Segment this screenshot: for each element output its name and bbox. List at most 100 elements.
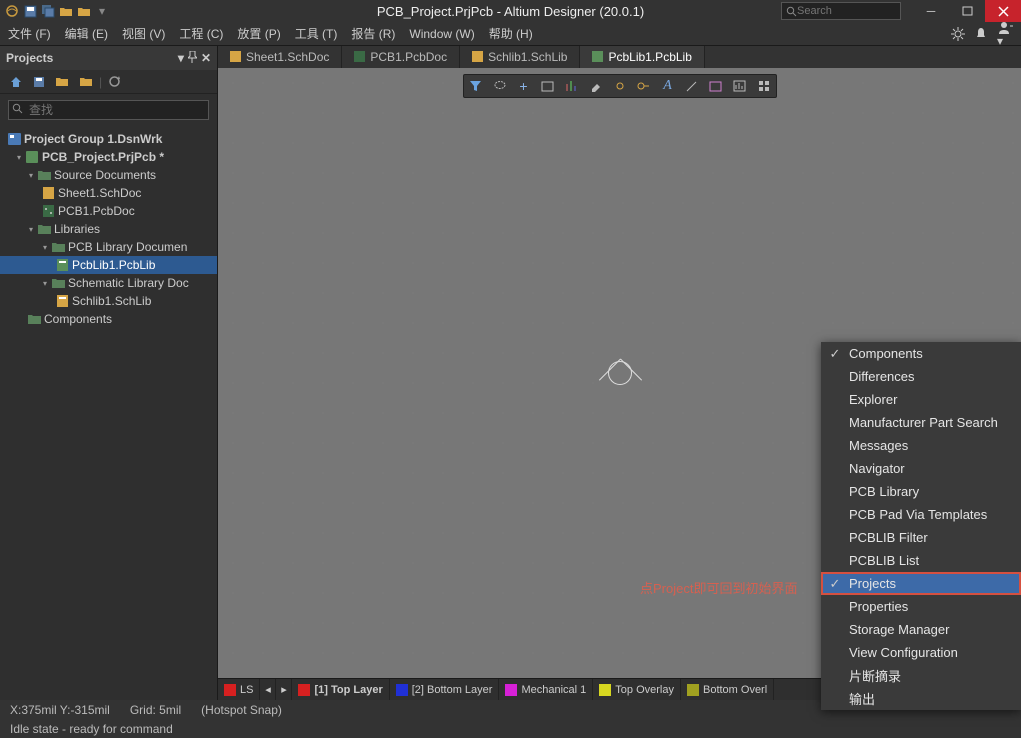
tree-sheet1[interactable]: Sheet1.SchDoc xyxy=(0,184,217,202)
refresh-icon[interactable] xyxy=(108,75,121,88)
cm-pianduan[interactable]: 片断摘录 xyxy=(821,664,1021,687)
folder-panel-icon[interactable] xyxy=(55,76,69,87)
status-idle: Idle state - ready for command xyxy=(10,722,173,736)
pin-icon[interactable] xyxy=(188,51,197,65)
app-logo-icon xyxy=(4,3,20,19)
layer-topoverlay[interactable]: Top Overlay xyxy=(593,679,681,700)
gear-small-icon[interactable] xyxy=(608,75,632,97)
home-icon[interactable] xyxy=(10,76,23,88)
global-search[interactable] xyxy=(781,2,901,20)
caret-down-icon[interactable]: ▾ xyxy=(26,171,36,180)
menu-project[interactable]: 工程 (C) xyxy=(179,25,223,42)
tab-pcb1[interactable]: PCB1.PcbDoc xyxy=(342,46,460,68)
cm-mps[interactable]: Manufacturer Part Search xyxy=(821,411,1021,434)
cm-pcblib[interactable]: PCB Library xyxy=(821,480,1021,503)
cm-differences[interactable]: Differences xyxy=(821,365,1021,388)
cm-explorer[interactable]: Explorer xyxy=(821,388,1021,411)
caret-down-icon[interactable]: ▾ xyxy=(26,225,36,234)
menu-reports[interactable]: 报告 (R) xyxy=(351,25,395,42)
layer-mech1[interactable]: Mechanical 1 xyxy=(499,679,593,700)
tree-source-documents[interactable]: ▾Source Documents xyxy=(0,166,217,184)
caret-down-icon[interactable]: ▾ xyxy=(40,243,50,252)
search-icon xyxy=(12,103,23,114)
tree-pcblib1[interactable]: PcbLib1.PcbLib xyxy=(0,256,217,274)
tree-project[interactable]: ▾PCB_Project.PrjPcb * xyxy=(0,148,217,166)
rect2-icon[interactable] xyxy=(704,75,728,97)
panel-dropdown-icon[interactable]: ▾ xyxy=(178,51,184,65)
cm-components[interactable]: ✓Components xyxy=(821,342,1021,365)
caret-down-icon[interactable]: ▾ xyxy=(40,279,50,288)
tree-libraries[interactable]: ▾Libraries xyxy=(0,220,217,238)
folder2-icon[interactable] xyxy=(76,3,92,19)
minimize-button[interactable]: ─ xyxy=(913,0,949,22)
panel-search-input[interactable] xyxy=(8,100,209,120)
pcb-icon xyxy=(354,51,366,63)
canvas-toolbar: + A xyxy=(463,74,777,98)
eraser-icon[interactable] xyxy=(584,75,608,97)
search-icon xyxy=(786,6,797,17)
layer-prev[interactable]: ◂ xyxy=(260,679,276,700)
chart-icon[interactable] xyxy=(728,75,752,97)
gear-icon[interactable] xyxy=(951,27,965,41)
chevron-down-icon[interactable]: ▾ xyxy=(94,3,110,19)
save-panel-icon[interactable] xyxy=(33,76,45,88)
panel-close-icon[interactable]: ✕ xyxy=(201,51,211,65)
origin-marker xyxy=(608,361,632,385)
tree-pcblib-folder[interactable]: ▾PCB Library Documen xyxy=(0,238,217,256)
key-icon[interactable] xyxy=(632,75,656,97)
cm-pcblibfilter[interactable]: PCBLIB Filter xyxy=(821,526,1021,549)
tree-schlib1[interactable]: Schlib1.SchLib xyxy=(0,292,217,310)
rectangle-icon[interactable] xyxy=(536,75,560,97)
search-input[interactable] xyxy=(797,5,887,17)
cm-shuchu[interactable]: 输出 xyxy=(821,687,1021,710)
layer-bottom[interactable]: [2] Bottom Layer xyxy=(390,679,500,700)
quick-access-toolbar: ▾ xyxy=(0,3,110,19)
folder-icon xyxy=(36,224,52,234)
cm-pcbpad[interactable]: PCB Pad Via Templates xyxy=(821,503,1021,526)
layer-top[interactable]: [1] Top Layer xyxy=(292,679,389,700)
bell-icon[interactable] xyxy=(975,27,987,41)
align-icon[interactable] xyxy=(560,75,584,97)
menu-tools[interactable]: 工具 (T) xyxy=(295,25,338,42)
tree-components[interactable]: Components xyxy=(0,310,217,328)
folder-panel2-icon[interactable] xyxy=(79,76,93,87)
open-folder-icon[interactable] xyxy=(58,3,74,19)
layer-next[interactable]: ▸ xyxy=(276,679,292,700)
cm-properties[interactable]: Properties xyxy=(821,595,1021,618)
caret-down-icon[interactable]: ▾ xyxy=(14,153,24,162)
tree-pcb1[interactable]: PCB1.PcbDoc xyxy=(0,202,217,220)
menu-help[interactable]: 帮助 (H) xyxy=(489,25,533,42)
layer-ls[interactable]: LS xyxy=(218,679,260,700)
menu-window[interactable]: Window (W) xyxy=(409,27,474,41)
tree-schlib-folder[interactable]: ▾Schematic Library Doc xyxy=(0,274,217,292)
schlib-icon xyxy=(472,51,484,63)
filter-icon[interactable] xyxy=(464,75,488,97)
cm-storage[interactable]: Storage Manager xyxy=(821,618,1021,641)
tab-pcblib1[interactable]: PcbLib1.PcbLib xyxy=(580,46,704,68)
layer-bottomoverlay[interactable]: Bottom Overl xyxy=(681,679,774,700)
status-grid: Grid: 5mil xyxy=(130,703,181,717)
cm-navigator[interactable]: Navigator xyxy=(821,457,1021,480)
lasso-icon[interactable] xyxy=(488,75,512,97)
app-title: PCB_Project.PrjPcb - Altium Designer (20… xyxy=(377,4,644,19)
menu-file[interactable]: 文件 (F) xyxy=(8,25,51,42)
user-icon[interactable]: ▾ xyxy=(997,20,1013,48)
tab-schlib1[interactable]: Schlib1.SchLib xyxy=(460,46,580,68)
cm-messages[interactable]: Messages xyxy=(821,434,1021,457)
cm-projects[interactable]: ✓Projects xyxy=(821,572,1021,595)
titlebar: ▾ PCB_Project.PrjPcb - Altium Designer (… xyxy=(0,0,1021,22)
tab-sheet1[interactable]: Sheet1.SchDoc xyxy=(218,46,342,68)
plus-icon[interactable]: + xyxy=(512,75,536,97)
menu-place[interactable]: 放置 (P) xyxy=(237,25,280,42)
tree-project-group[interactable]: Project Group 1.DsnWrk xyxy=(0,130,217,148)
panel-toolbar: | xyxy=(0,70,217,94)
line-icon[interactable] xyxy=(680,75,704,97)
cm-pcbliblist[interactable]: PCBLIB List xyxy=(821,549,1021,572)
menu-view[interactable]: 视图 (V) xyxy=(122,25,165,42)
cm-viewconf[interactable]: View Configuration xyxy=(821,641,1021,664)
save-icon[interactable] xyxy=(22,3,38,19)
menu-edit[interactable]: 编辑 (E) xyxy=(65,25,108,42)
save-all-icon[interactable] xyxy=(40,3,56,19)
grid-icon[interactable] xyxy=(752,75,776,97)
text-icon[interactable]: A xyxy=(656,75,680,97)
